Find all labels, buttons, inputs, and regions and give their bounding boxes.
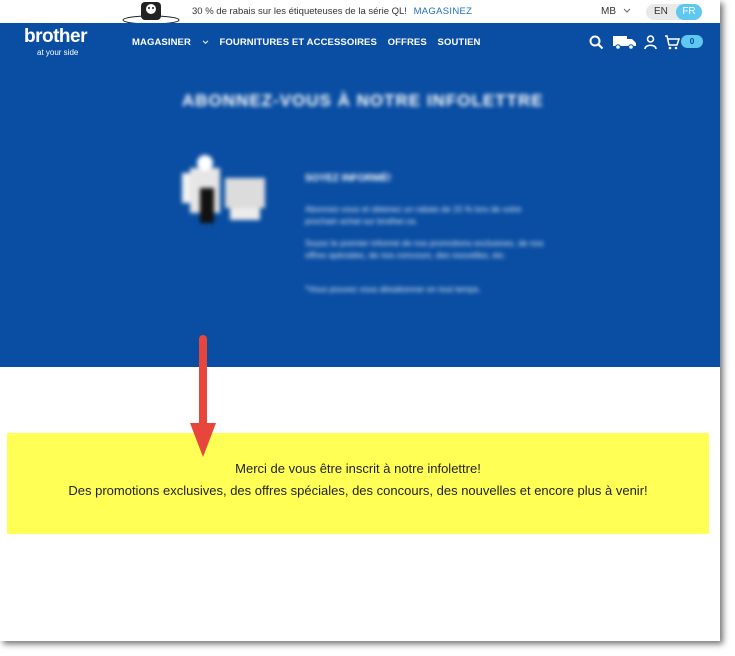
newsletter-illustration bbox=[182, 155, 265, 223]
logo-wordmark: brother bbox=[24, 26, 88, 47]
hero-title: ABONNEZ-VOUS À NOTRE INFOLETTRE bbox=[182, 91, 544, 110]
nav-item-magasiner[interactable]: MAGASINER bbox=[132, 37, 209, 48]
promo-shop-link[interactable]: MAGASINEZ bbox=[414, 6, 473, 17]
subscription-confirmation: Merci de vous être inscrit à notre infol… bbox=[7, 433, 709, 534]
nav-item-soutien[interactable]: SOUTIEN bbox=[438, 37, 481, 48]
cart-icon[interactable] bbox=[664, 35, 680, 50]
nav-item-label: MAGASINER bbox=[132, 37, 191, 48]
nav-item-offres[interactable]: OFFRES bbox=[388, 37, 427, 48]
arrow-annotation-icon bbox=[190, 335, 216, 457]
brother-logo[interactable]: brother at your side bbox=[24, 26, 104, 60]
promo-bar: 30 % de rabais sur les étiqueteuses de l… bbox=[0, 0, 720, 24]
chevron-down-icon bbox=[202, 40, 209, 45]
language-toggle[interactable]: EN FR bbox=[646, 4, 702, 20]
confirmation-line-1: Merci de vous être inscrit à notre infol… bbox=[235, 461, 481, 476]
region-label: MB bbox=[601, 6, 616, 17]
promo-text: 30 % de rabais sur les étiqueteuses de l… bbox=[192, 6, 472, 17]
chevron-down-icon bbox=[623, 8, 631, 13]
confirmation-line-2: Des promotions exclusives, des offres sp… bbox=[68, 483, 648, 498]
lang-fr-option[interactable]: FR bbox=[676, 4, 702, 20]
user-icon[interactable] bbox=[644, 35, 657, 50]
hero-paragraph-1: Abonnez-vous et obtenez un rabais de 15 … bbox=[305, 204, 522, 226]
search-icon[interactable] bbox=[589, 35, 604, 50]
delivery-truck-icon[interactable] bbox=[613, 35, 637, 50]
mascot-icon bbox=[122, 2, 180, 24]
region-selector[interactable]: MB bbox=[601, 6, 631, 17]
hero-paragraph-3: *Vous pouvez vous désabonner en tout tem… bbox=[305, 284, 481, 294]
nav-menu: MAGASINER FOURNITURES ET ACCESSOIRES OFF… bbox=[132, 37, 488, 48]
main-nav: brother at your side MAGASINER FOURNITUR… bbox=[0, 23, 720, 63]
lang-en-option[interactable]: EN bbox=[654, 6, 668, 17]
browser-screenshot-frame: 30 % de rabais sur les étiqueteuses de l… bbox=[0, 0, 720, 641]
hero-subtitle: SOYEZ INFORMÉ! bbox=[305, 173, 392, 184]
promo-message: 30 % de rabais sur les étiqueteuses de l… bbox=[192, 6, 407, 17]
logo-tagline: at your side bbox=[37, 48, 79, 57]
cart-count-badge: 0 bbox=[681, 35, 703, 48]
nav-item-fournitures[interactable]: FOURNITURES ET ACCESSOIRES bbox=[219, 37, 376, 48]
newsletter-hero: ABONNEZ-VOUS À NOTRE INFOLETTRE SOYEZ IN… bbox=[0, 63, 720, 367]
hero-paragraph-2: Soyez le premier informé de nos promotio… bbox=[305, 238, 544, 260]
